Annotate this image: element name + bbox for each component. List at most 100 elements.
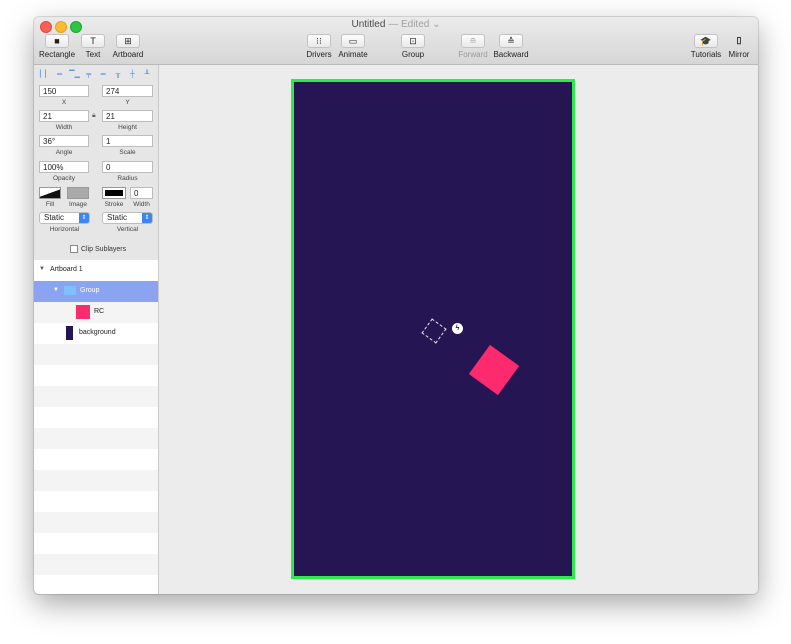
align-right-icon[interactable]: ▔▁ <box>69 70 80 80</box>
graduation-cap-icon: 🎓 <box>694 34 718 48</box>
select-arrows-icon: ⇕ <box>79 213 89 223</box>
fill-label: Fill <box>45 201 55 208</box>
x-field[interactable] <box>39 85 89 97</box>
text-tool-button[interactable]: T Text <box>81 34 105 59</box>
layer-background[interactable]: background <box>34 323 158 344</box>
canvas[interactable]: ϟ <box>159 65 758 594</box>
width-field[interactable] <box>39 110 89 122</box>
layer-group[interactable]: ▼ Group <box>34 281 158 302</box>
group-selection-outline[interactable] <box>421 318 447 344</box>
opacity-label: Opacity <box>52 175 76 182</box>
width-label: Width <box>55 124 73 131</box>
group-label: Group <box>401 50 425 59</box>
horizontal-select[interactable]: Static ⇕ <box>39 212 90 224</box>
distribute-horizontal-icon[interactable]: ╤ <box>84 70 94 80</box>
x-label: X <box>61 99 67 106</box>
stroke-color-fill <box>105 190 123 196</box>
artboard-label: Artboard <box>112 50 144 59</box>
angle-label: Angle <box>55 149 73 156</box>
animate-icon: ▭ <box>341 34 365 48</box>
tutorials-label: Tutorials <box>690 50 722 59</box>
artboard-icon: ⊞ <box>116 34 140 48</box>
forward-label: Forward <box>458 50 488 59</box>
layer-rc[interactable]: RC <box>34 302 158 323</box>
vertical-label: Vertical <box>116 226 139 233</box>
scale-field[interactable] <box>102 135 153 147</box>
horizontal-value: Static <box>44 213 65 222</box>
group-button[interactable]: ⊡ Group <box>399 34 427 59</box>
drivers-button[interactable]: ⁝⁝ Drivers <box>304 34 334 59</box>
group-icon: ⊡ <box>401 34 425 48</box>
image-label: Image <box>68 201 88 208</box>
text-icon: T <box>81 34 105 48</box>
artboard-1[interactable]: ϟ <box>291 79 575 579</box>
rc-thumbnail <box>76 305 90 319</box>
document-name: Untitled <box>351 19 386 30</box>
select-arrows-icon: ⇕ <box>142 213 152 223</box>
edited-status[interactable]: — Edited ⌄ <box>388 19 440 30</box>
forward-button[interactable]: ≘ Forward <box>456 34 490 59</box>
y-field[interactable] <box>102 85 153 97</box>
radius-label: Radius <box>117 175 138 182</box>
mirror-button[interactable]: ▯ Mirror <box>726 34 752 59</box>
fill-swatch[interactable] <box>39 187 61 199</box>
disclosure-triangle-icon[interactable]: ▼ <box>39 266 45 272</box>
distribute-vertical-icon[interactable]: ═ <box>98 70 108 80</box>
folder-icon <box>64 286 76 295</box>
mirror-label: Mirror <box>728 50 750 59</box>
align-center-horizontal-icon[interactable]: ═ <box>55 70 65 80</box>
lock-aspect-icon[interactable]: 🔒︎ <box>92 112 96 120</box>
text-label: Text <box>85 50 101 59</box>
y-label: Y <box>125 99 130 106</box>
rectangle-label: Rectangle <box>39 50 76 59</box>
artboard-tool-button[interactable]: ⊞ Artboard <box>111 34 145 59</box>
app-window: Untitled — Edited ⌄ ■ Rectangle T Text ⊞… <box>34 17 758 594</box>
tutorials-button[interactable]: 🎓 Tutorials <box>689 34 723 59</box>
window-title: Untitled — Edited ⌄ <box>34 19 758 30</box>
scale-label: Scale <box>119 149 136 156</box>
image-swatch[interactable] <box>67 187 89 199</box>
stroke-width-field[interactable] <box>130 187 153 199</box>
drivers-label: Drivers <box>306 50 332 59</box>
rc-rectangle[interactable] <box>468 344 520 396</box>
rectangle-tool-button[interactable]: ■ Rectangle <box>39 34 75 59</box>
animate-label: Animate <box>338 50 368 59</box>
align-bottom-icon[interactable]: ╨ <box>142 70 152 80</box>
layers-panel: ▼ Artboard 1 ▼ Group RC background <box>34 260 158 594</box>
inspector-sidebar: ▏▏ ═ ▔▁ ╤ ═ ╥ ┼ ╨ X Y Width 🔒︎ Height An… <box>34 65 159 594</box>
bring-forward-icon: ≘ <box>461 34 485 48</box>
horizontal-label: Horizontal <box>49 226 80 233</box>
layer-artboard-1[interactable]: ▼ Artboard 1 <box>34 260 158 281</box>
layer-name: Artboard 1 <box>50 266 83 273</box>
layer-name: RC <box>94 308 105 315</box>
backward-label: Backward <box>493 50 529 59</box>
animate-button[interactable]: ▭ Animate <box>336 34 370 59</box>
disclosure-triangle-icon[interactable]: ▼ <box>53 287 59 293</box>
stroke-label: Stroke <box>104 201 124 208</box>
opacity-field[interactable] <box>39 161 89 173</box>
lightning-bolt-icon[interactable]: ϟ <box>452 323 463 334</box>
align-middle-icon[interactable]: ┼ <box>127 70 137 80</box>
align-left-icon[interactable]: ▏▏ <box>40 70 51 80</box>
vertical-value: Static <box>107 213 128 222</box>
height-label: Height <box>118 124 137 131</box>
rectangle-icon: ■ <box>45 34 69 48</box>
radius-field[interactable] <box>102 161 153 173</box>
title-bar: Untitled — Edited ⌄ ■ Rectangle T Text ⊞… <box>34 17 758 65</box>
send-backward-icon: ≙ <box>499 34 523 48</box>
backward-button[interactable]: ≙ Backward <box>492 34 530 59</box>
clip-sublayers-checkbox[interactable]: Clip Sublayers <box>70 245 126 253</box>
mirror-device-icon: ▯ <box>736 35 742 45</box>
stroke-swatch[interactable] <box>102 187 126 199</box>
layer-name: background <box>79 329 116 336</box>
stroke-width-label: Width <box>133 201 150 208</box>
angle-field[interactable] <box>39 135 89 147</box>
checkbox-box[interactable] <box>70 245 78 253</box>
clip-sublayers-label: Clip Sublayers <box>81 245 127 253</box>
layer-name: Group <box>80 287 100 294</box>
height-field[interactable] <box>102 110 153 122</box>
align-toolbar: ▏▏ ═ ▔▁ ╤ ═ ╥ ┼ ╨ <box>40 70 152 80</box>
align-top-icon[interactable]: ╥ <box>113 70 123 80</box>
background-thumbnail <box>66 326 73 340</box>
vertical-select[interactable]: Static ⇕ <box>102 212 153 224</box>
